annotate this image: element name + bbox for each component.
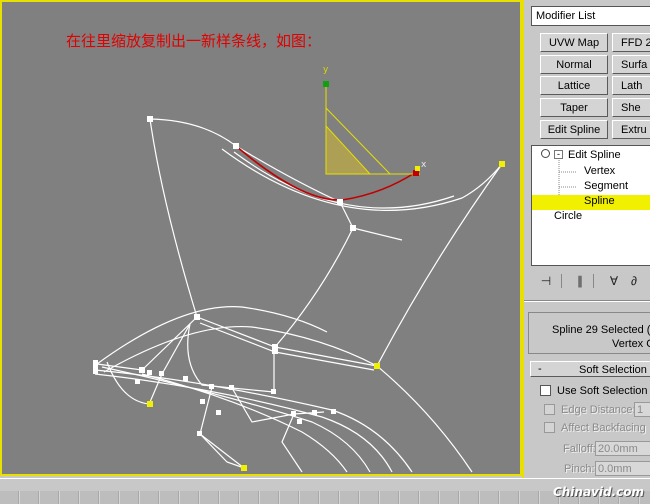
toolbar-separator: [593, 274, 594, 288]
modifier-stack[interactable]: - Edit Spline Vertex Segment Spline Circ…: [531, 145, 650, 266]
tutorial-caption: 在往里缩放复制出一新样条线，如图：: [66, 32, 322, 50]
watermark: Chinavid.com: [552, 485, 644, 499]
stack-toolbar: ⊣ ∥ ∀ ∂: [531, 268, 650, 294]
falloff-spinner[interactable]: 20.0mm: [595, 441, 650, 456]
edge-distance-spinner[interactable]: 1: [634, 402, 650, 417]
stack-item-spline-selected[interactable]: Spline: [532, 195, 650, 210]
uvw-map-button[interactable]: UVW Map: [540, 33, 608, 52]
stack-item-segment[interactable]: Segment: [584, 180, 628, 195]
rollout-collapse-sign: -: [538, 363, 542, 375]
spline-wireframe: [93, 81, 505, 473]
edge-distance-label: Edge Distance:: [561, 404, 636, 416]
modifier-list-dropdown[interactable]: Modifier List: [531, 6, 650, 26]
surface-button[interactable]: Surfa: [612, 55, 650, 74]
ffd-button[interactable]: FFD 2x: [612, 33, 650, 52]
extrude-button[interactable]: Extru: [612, 120, 650, 139]
stack-item-vertex[interactable]: Vertex: [584, 165, 615, 180]
soft-selection-title: Soft Selection: [579, 364, 647, 376]
pin-stack-icon[interactable]: ⊣: [539, 274, 553, 288]
soft-selection-rollout-header[interactable]: - Soft Selection: [530, 361, 650, 377]
selection-count-text: Spline 29 Selected (0: [552, 324, 650, 336]
panel-divider: [524, 300, 650, 302]
viewport[interactable]: 在往里缩放复制出一新样条线，如图： y x: [0, 0, 522, 476]
gizmo-y-label: y: [323, 65, 329, 75]
use-soft-selection-checkbox[interactable]: [540, 385, 551, 396]
stack-item-circle[interactable]: Circle: [554, 210, 582, 225]
normal-button[interactable]: Normal: [540, 55, 608, 74]
stack-item-spline: Spline: [584, 195, 615, 207]
taper-button[interactable]: Taper: [540, 98, 608, 117]
pinch-spinner[interactable]: 0.0mm: [595, 461, 650, 476]
vertex-count-text: Vertex Co: [612, 338, 650, 350]
use-soft-selection-label: Use Soft Selection: [557, 385, 648, 397]
affect-backfacing-label: Affect Backfacing: [561, 422, 646, 434]
affect-backfacing-checkbox[interactable]: [544, 422, 555, 433]
lathe-button[interactable]: Lath: [612, 76, 650, 95]
lattice-button[interactable]: Lattice: [540, 76, 608, 95]
edit-spline-button[interactable]: Edit Spline: [540, 120, 608, 139]
edge-distance-checkbox[interactable]: [544, 404, 555, 415]
remove-modifier-icon[interactable]: ∂: [627, 274, 641, 288]
gizmo-x-label: x: [421, 160, 427, 170]
shell-button[interactable]: She: [612, 98, 650, 117]
make-unique-icon[interactable]: ∀: [607, 274, 621, 288]
falloff-label: Falloff:: [563, 443, 596, 455]
transform-gizmo[interactable]: [323, 81, 420, 176]
pinch-label: Pinch:: [564, 463, 595, 475]
command-panel: Modifier List UVW Map FFD 2x Normal Surf…: [522, 0, 650, 478]
show-end-result-icon[interactable]: ∥: [573, 274, 587, 288]
toolbar-separator: [561, 274, 562, 288]
